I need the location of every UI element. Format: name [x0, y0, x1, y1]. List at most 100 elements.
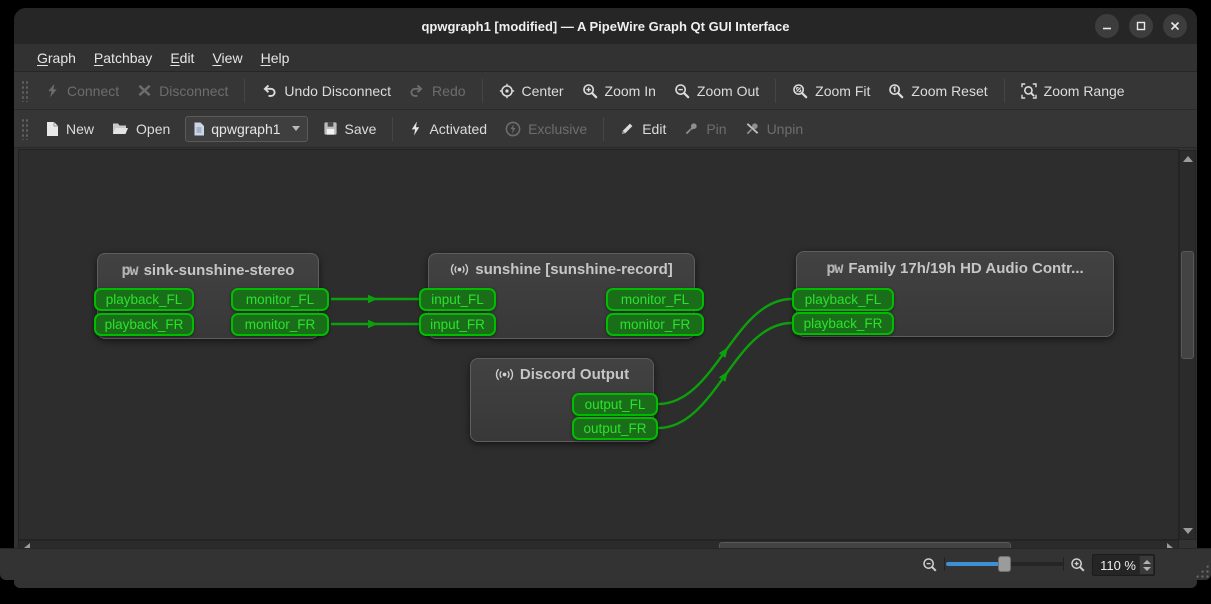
zoom-fit-icon — [793, 83, 808, 98]
close-button[interactable] — [1163, 14, 1187, 38]
port-family-playback-fl[interactable]: playback_FL — [792, 288, 894, 311]
unpin-icon — [746, 123, 758, 135]
maximize-button[interactable] — [1129, 14, 1153, 38]
port-sink-monitor-fl[interactable]: monitor_FL — [231, 288, 329, 311]
toolbar-separator — [775, 78, 777, 103]
scroll-down-icon — [1182, 528, 1193, 534]
edit-button[interactable]: Edit — [611, 114, 675, 144]
new-file-icon — [47, 121, 58, 136]
statusbar: 110 % — [0, 548, 1211, 580]
port-sunshine-input-fl[interactable]: input_FL — [419, 288, 496, 311]
connect-button[interactable]: Connect — [36, 76, 128, 106]
port-family-playback-fr[interactable]: playback_FR — [792, 312, 894, 335]
toolbar-separator — [392, 116, 394, 141]
port-discord-output-fr[interactable]: output_FR — [572, 417, 658, 440]
undo-icon — [263, 84, 276, 97]
port-sunshine-monitor-fr[interactable]: monitor_FR — [606, 313, 704, 336]
open-button[interactable]: Open — [103, 114, 179, 144]
zoom-percent-spinbox[interactable]: 110 % — [1092, 554, 1155, 576]
exclusive-button[interactable]: Exclusive — [496, 114, 596, 144]
zoom-slider-handle[interactable] — [998, 556, 1011, 572]
statusbar-zoom-out-button[interactable] — [918, 554, 942, 576]
menu-edit[interactable]: Edit — [161, 47, 203, 69]
zoom-out-icon — [923, 558, 937, 572]
scroll-down-button[interactable] — [1182, 526, 1193, 536]
toolbar-drag-handle[interactable] — [21, 79, 28, 102]
window-resize-grip[interactable] — [1195, 564, 1209, 578]
redo-icon — [410, 84, 423, 97]
menu-patchbay[interactable]: Patchbay — [85, 47, 161, 69]
activated-button[interactable]: Activated — [400, 114, 496, 144]
edit-pencil-icon — [622, 123, 633, 135]
zoom-out-icon — [675, 83, 690, 98]
open-folder-icon — [113, 123, 129, 134]
patchbay-file-icon — [194, 122, 205, 135]
zoom-range-icon — [1020, 82, 1037, 99]
minimize-button[interactable] — [1095, 14, 1119, 38]
pipewire-icon: pw — [826, 259, 843, 277]
scroll-up-button[interactable] — [1182, 154, 1193, 164]
port-sink-playback-fl[interactable]: playback_FL — [94, 288, 194, 311]
maximize-icon — [1136, 21, 1146, 31]
center-button[interactable]: Center — [490, 76, 573, 106]
zoom-reset-button[interactable]: Zoom Reset — [879, 76, 996, 106]
redo-button[interactable]: Redo — [400, 76, 474, 106]
zoom-in-icon — [1071, 558, 1085, 572]
patchbay-file-name: qpwgraph1 — [211, 120, 281, 137]
media-broadcast-icon — [451, 263, 469, 276]
spin-down-icon — [1142, 566, 1151, 571]
center-icon — [499, 83, 514, 98]
zoom-percent-value: 110 % — [1100, 557, 1136, 573]
activated-icon — [412, 121, 420, 136]
port-sink-playback-fr[interactable]: playback_FR — [94, 313, 194, 336]
exclusive-icon — [505, 121, 521, 136]
menu-graph[interactable]: Graph — [28, 47, 85, 69]
scroll-up-icon — [1182, 156, 1193, 162]
combobox-dropdown-icon — [291, 126, 300, 131]
graph-canvas[interactable] — [18, 149, 1179, 540]
menu-help[interactable]: Help — [252, 47, 299, 69]
minimize-icon — [1103, 27, 1111, 30]
connect-icon — [48, 83, 57, 98]
spin-up-icon — [1142, 559, 1151, 564]
save-icon — [323, 122, 337, 135]
vertical-scrollbar-thumb[interactable] — [1181, 251, 1194, 359]
toolbar-separator — [244, 78, 246, 103]
zoom-out-button[interactable]: Zoom Out — [665, 76, 768, 106]
pin-button[interactable]: Pin — [675, 114, 735, 144]
titlebar[interactable]: qpwgraph1 [modified] — A PipeWire Graph … — [14, 8, 1197, 44]
spinbox-arrows[interactable] — [1139, 556, 1153, 574]
zoom-range-button[interactable]: Zoom Range — [1012, 76, 1134, 106]
node-title: sunshine [sunshine-record] — [429, 261, 694, 278]
toolbar-drag-handle[interactable] — [21, 117, 28, 140]
patchbay-file-combobox[interactable]: qpwgraph1 — [185, 115, 308, 142]
statusbar-zoom-in-button[interactable] — [1066, 554, 1090, 576]
toolbar-graph: Connect Disconnect Undo Disconnect Redo … — [14, 72, 1197, 110]
menubar: Graph Patchbay Edit View Help — [14, 44, 1197, 72]
zoom-reset-icon — [889, 83, 904, 98]
pipewire-icon: pw — [121, 261, 139, 279]
save-button[interactable]: Save — [314, 114, 386, 144]
port-sunshine-monitor-fl[interactable]: monitor_FL — [606, 288, 704, 311]
node-title: Discord Output — [471, 366, 653, 383]
toolbar-separator — [1003, 78, 1005, 103]
zoom-in-button[interactable]: Zoom In — [573, 76, 665, 106]
menu-view[interactable]: View — [203, 47, 251, 69]
port-sink-monitor-fr[interactable]: monitor_FR — [231, 313, 329, 336]
vertical-scrollbar[interactable] — [1179, 150, 1196, 540]
node-title: pw Family 17h/19h HD Audio Contr... — [826, 259, 1084, 277]
window-title: qpwgraph1 [modified] — A PipeWire Graph … — [421, 18, 790, 34]
unpin-button[interactable]: Unpin — [736, 114, 813, 144]
close-icon — [1170, 21, 1180, 31]
disconnect-button[interactable]: Disconnect — [128, 76, 237, 106]
port-sunshine-input-fr[interactable]: input_FR — [419, 313, 496, 336]
undo-button[interactable]: Undo Disconnect — [252, 76, 400, 106]
zoom-fit-button[interactable]: Zoom Fit — [783, 76, 879, 106]
pin-icon — [686, 123, 697, 135]
media-broadcast-icon — [495, 368, 513, 381]
toolbar-separator — [481, 78, 483, 103]
port-discord-output-fl[interactable]: output_FL — [572, 393, 658, 416]
screen: qpwgraph1 [modified] — A PipeWire Graph … — [0, 0, 1211, 604]
disconnect-icon — [138, 84, 151, 97]
new-button[interactable]: New — [36, 114, 103, 144]
